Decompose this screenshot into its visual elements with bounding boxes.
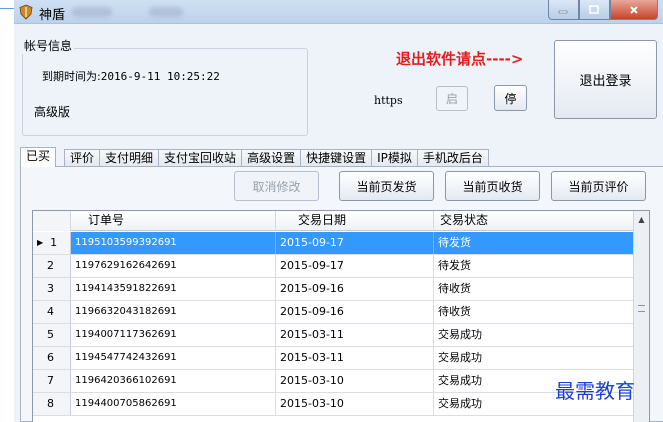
- row-header[interactable]: 4: [33, 301, 71, 323]
- trade-date-cell[interactable]: 2015-03-10: [276, 393, 434, 415]
- order-id-cell[interactable]: 1194547742432691: [71, 347, 276, 369]
- column-header-date[interactable]: 交易日期: [276, 211, 434, 231]
- trade-status-cell[interactable]: 交易成功: [434, 324, 634, 346]
- expiry-value: 2016-9-11 10:25:22: [100, 70, 220, 83]
- window-title: 神盾: [39, 8, 66, 23]
- tab-mobile-backend[interactable]: 手机改后台: [416, 149, 489, 167]
- cancel-edit-button[interactable]: 取消修改: [234, 171, 319, 201]
- tab-bought[interactable]: 已买: [20, 147, 57, 167]
- row-index: 7: [47, 374, 54, 387]
- blurred-title-part: [149, 7, 183, 17]
- order-id-cell[interactable]: 1196632043182691: [71, 301, 276, 323]
- maximize-button[interactable]: [578, 0, 610, 20]
- maximize-icon: [589, 4, 600, 14]
- trade-date-cell[interactable]: 2015-09-17: [276, 232, 434, 254]
- tab-bar: 已买 评价 支付明细 支付宝回收站 高级设置 快捷键设置 IP模拟 手机改后台: [20, 147, 489, 167]
- row-header[interactable]: 2: [33, 255, 71, 277]
- tab-advanced-settings[interactable]: 高级设置: [241, 149, 302, 167]
- tab-review[interactable]: 评价: [64, 149, 101, 167]
- trade-status-cell[interactable]: 待发货: [434, 255, 634, 277]
- logout-hint-text: 退出软件请点---->: [396, 50, 524, 68]
- table-row[interactable]: 4 1196632043182691 2015-09-16 待收货: [33, 301, 634, 324]
- watermark-text: 最需教育: [555, 379, 635, 403]
- blurred-title-part: [72, 7, 112, 17]
- close-button[interactable]: [609, 0, 658, 20]
- trade-date-cell[interactable]: 2015-03-11: [276, 347, 434, 369]
- order-id-cell[interactable]: 1194007117362691: [71, 324, 276, 346]
- order-id-cell[interactable]: 1194400705862691: [71, 393, 276, 415]
- order-id-cell[interactable]: 1196420366102691: [71, 370, 276, 392]
- column-header-order[interactable]: 订单号: [71, 211, 276, 231]
- row-header[interactable]: 5: [33, 324, 71, 346]
- window-controls: [548, 0, 658, 20]
- close-icon: [630, 5, 638, 14]
- shield-app-icon: [19, 4, 33, 20]
- title-bar[interactable]: 神盾: [14, 0, 663, 24]
- trade-status-cell[interactable]: 待发货: [434, 232, 634, 254]
- row-index: 6: [47, 351, 54, 364]
- minimize-icon: [559, 10, 568, 13]
- order-id-cell[interactable]: 1195103599392691: [71, 232, 276, 254]
- edge-accent-line: [0, 8, 14, 9]
- row-index: 8: [47, 397, 54, 410]
- scroll-thumb-grip[interactable]: [638, 305, 645, 312]
- row-header[interactable]: ▶ 1: [33, 232, 71, 254]
- ship-current-page-button[interactable]: 当前页发货: [339, 171, 434, 201]
- review-current-page-button[interactable]: 当前页评价: [551, 171, 646, 201]
- logout-button[interactable]: 退出登录: [554, 40, 657, 119]
- tab-alipay-recycle-bin[interactable]: 支付宝回收站: [158, 149, 243, 167]
- table-row[interactable]: 6 1194547742432691 2015-03-11 交易成功: [33, 347, 634, 370]
- table-row[interactable]: 3 1194143591822691 2015-09-16 待收货: [33, 278, 634, 301]
- protocol-label: https: [374, 94, 403, 107]
- column-header-status[interactable]: 交易状态: [434, 211, 634, 231]
- start-button[interactable]: 启: [436, 86, 468, 111]
- order-id-cell[interactable]: 1194143591822691: [71, 278, 276, 300]
- table-row[interactable]: 7 1196420366102691 2015-03-10 交易成功: [33, 370, 634, 393]
- trade-status-cell[interactable]: 待收货: [434, 301, 634, 323]
- app-window: 神盾 帐号信息 到期时间为:2016-9-11 10:25:22 高级版 退出软…: [14, 0, 663, 422]
- table-header: 订单号 交易日期 交易状态: [33, 211, 634, 231]
- trade-status-cell[interactable]: 待收货: [434, 278, 634, 300]
- trade-status-cell[interactable]: 交易成功: [434, 347, 634, 369]
- table-row[interactable]: 2 1197629162642691 2015-09-17 待发货: [33, 255, 634, 278]
- trade-date-cell[interactable]: 2015-09-16: [276, 278, 434, 300]
- account-info-group: [22, 48, 308, 136]
- expiry-label: 到期时间为:: [42, 70, 101, 83]
- stop-button[interactable]: 停: [494, 85, 527, 111]
- trade-date-cell[interactable]: 2015-09-17: [276, 255, 434, 277]
- order-id-cell[interactable]: 1197629162642691: [71, 255, 276, 277]
- vertical-scrollbar[interactable]: ▲: [633, 211, 649, 422]
- minimize-button[interactable]: [548, 0, 579, 20]
- trade-date-cell[interactable]: 2015-03-11: [276, 324, 434, 346]
- table-row[interactable]: 5 1194007117362691 2015-03-11 交易成功: [33, 324, 634, 347]
- tab-payment-details[interactable]: 支付明细: [99, 149, 160, 167]
- row-index: 4: [47, 305, 54, 318]
- expiry-info: 到期时间为:2016-9-11 10:25:22: [42, 68, 220, 84]
- table-row[interactable]: ▶ 1 1195103599392691 2015-09-17 待发货: [33, 232, 634, 255]
- row-index: 2: [47, 259, 54, 272]
- row-index: 5: [47, 328, 54, 341]
- account-group-label: 帐号信息: [22, 37, 75, 54]
- row-index: 1: [50, 236, 58, 249]
- row-header[interactable]: 7: [33, 370, 71, 392]
- tab-ip-simulation[interactable]: IP模拟: [371, 149, 418, 167]
- tab-hotkey-settings[interactable]: 快捷键设置: [300, 149, 373, 167]
- row-header[interactable]: 3: [33, 278, 71, 300]
- table-row[interactable]: 8 1194400705862691 2015-03-10 交易成功: [33, 393, 634, 416]
- trade-date-cell[interactable]: 2015-09-16: [276, 301, 434, 323]
- account-level: 高级版: [34, 105, 71, 119]
- row-header[interactable]: 6: [33, 347, 71, 369]
- row-header-corner: [33, 211, 71, 231]
- receive-current-page-button[interactable]: 当前页收货: [445, 171, 540, 201]
- row-index: 3: [47, 282, 54, 295]
- row-header[interactable]: 8: [33, 393, 71, 415]
- scroll-up-arrow-icon[interactable]: ▲: [634, 211, 649, 227]
- trade-date-cell[interactable]: 2015-03-10: [276, 370, 434, 392]
